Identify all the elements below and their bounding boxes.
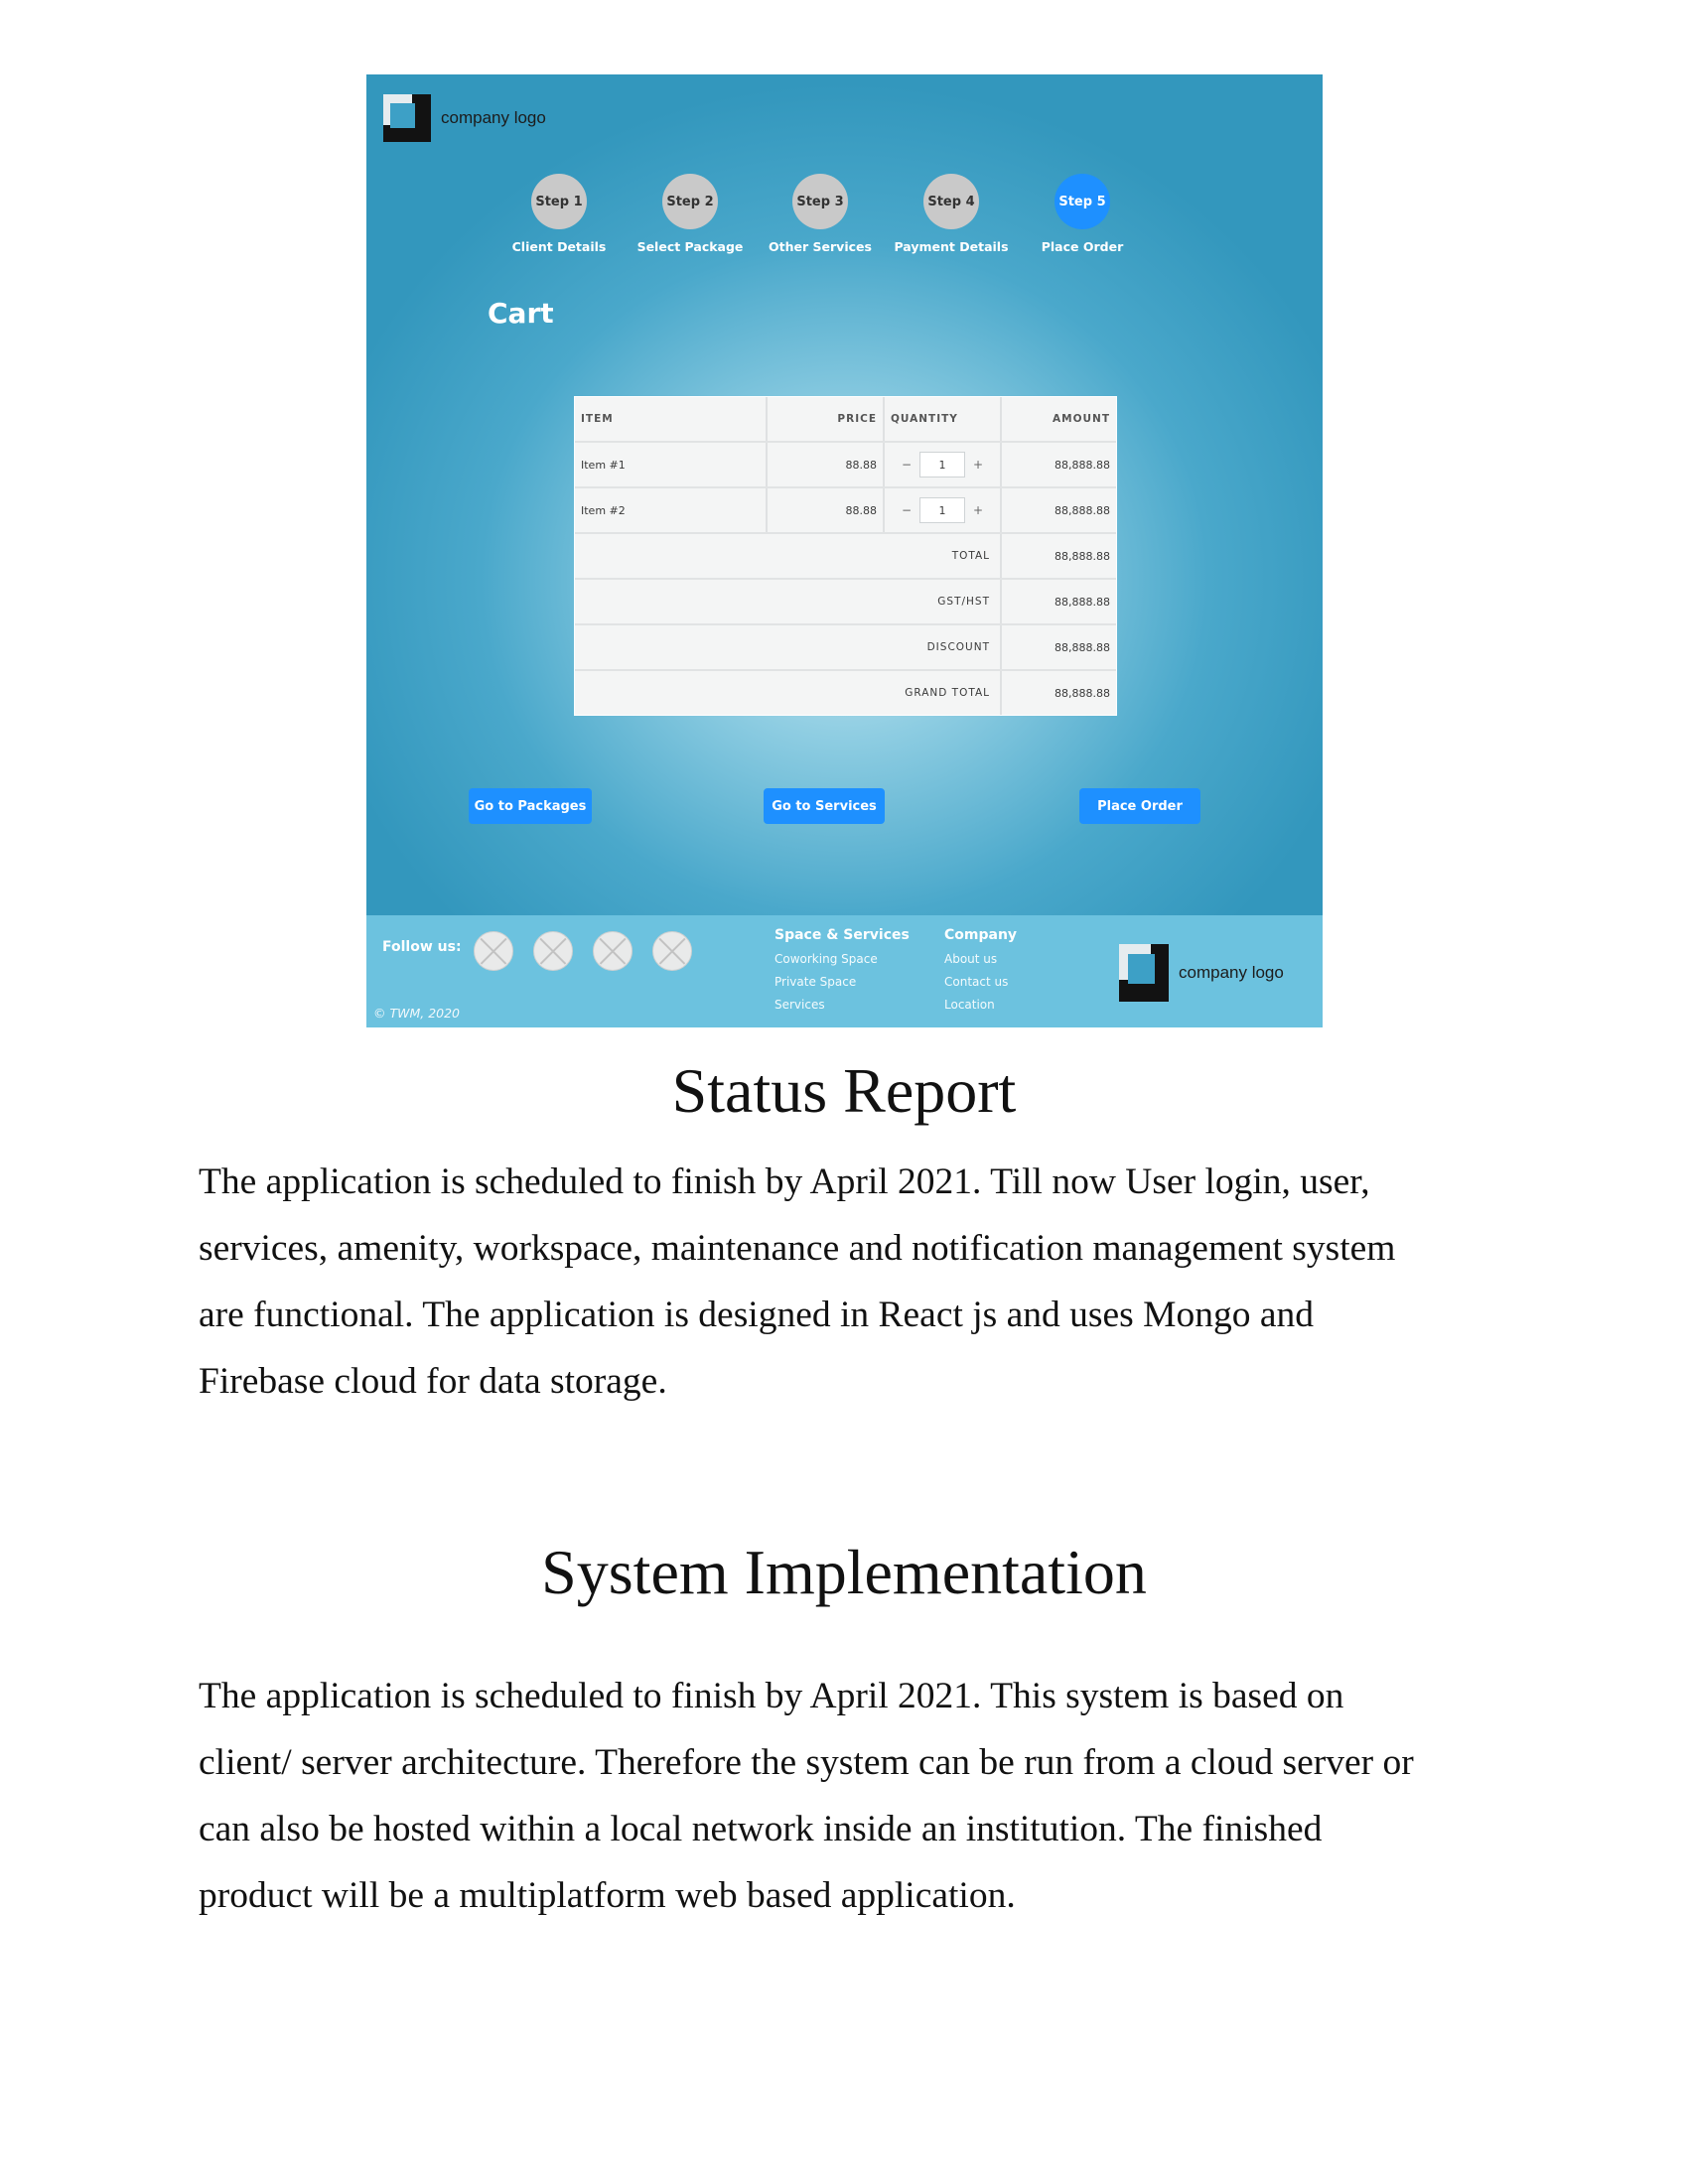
footer-link[interactable]: Services bbox=[774, 998, 910, 1012]
header-item: ITEM bbox=[575, 397, 768, 441]
step-2-label: Select Package bbox=[636, 239, 744, 254]
step-2[interactable]: Step 2 Select Package bbox=[626, 174, 755, 254]
step-2-circle: Step 2 bbox=[662, 174, 718, 229]
grand-total-value: 88,888.88 bbox=[1055, 686, 1110, 700]
table-row: Item #1 88.88 − 1 + 88,888.88 bbox=[575, 443, 1116, 488]
footer-column-services: Space & Services Coworking Space Private… bbox=[774, 927, 910, 1021]
copyright: © TWM, 2020 bbox=[373, 1006, 461, 1021]
footer-link[interactable]: Private Space bbox=[774, 975, 910, 989]
go-to-services-button[interactable]: Go to Services bbox=[764, 788, 885, 824]
footer-link[interactable]: Coworking Space bbox=[774, 952, 910, 966]
text-line: are functional. The application is desig… bbox=[199, 1295, 1314, 1335]
footer-heading: Company bbox=[944, 927, 1018, 943]
social-placeholder-icon[interactable] bbox=[652, 931, 692, 971]
footer-link[interactable]: About us bbox=[944, 952, 1017, 966]
social-placeholder-icon[interactable] bbox=[593, 931, 633, 971]
tax-value: 88,888.88 bbox=[1055, 595, 1110, 609]
step-1-circle: Step 1 bbox=[531, 174, 587, 229]
summary-row-grand-total: GRAND TOTAL 88,888.88 bbox=[575, 671, 1116, 715]
grand-total-label: GRAND TOTAL bbox=[575, 671, 1002, 715]
text-line: The application is scheduled to finish b… bbox=[199, 1161, 1370, 1202]
quantity-stepper: − 1 + bbox=[885, 443, 1002, 486]
step-3[interactable]: Step 3 Other Services bbox=[756, 174, 885, 254]
cart-table: ITEM PRICE QUANTITY AMOUNT Item #1 88.88… bbox=[574, 396, 1117, 716]
status-report-heading: Status Report bbox=[671, 1055, 1017, 1126]
item-price: 88.88 bbox=[768, 488, 885, 532]
summary-row-discount: DISCOUNT 88,888.88 bbox=[575, 625, 1116, 671]
step-progress: Step 1 Client Details Step 2 Select Pack… bbox=[366, 174, 1323, 263]
summary-row-total: TOTAL 88,888.88 bbox=[575, 534, 1116, 580]
total-value: 88,888.88 bbox=[1055, 549, 1110, 563]
text-line: product will be a multiplatform web base… bbox=[199, 1875, 1016, 1916]
quantity-input[interactable]: 1 bbox=[919, 452, 965, 478]
footer-heading: Space & Services bbox=[774, 927, 910, 943]
increment-button[interactable]: + bbox=[973, 503, 983, 517]
social-placeholder-icon[interactable] bbox=[474, 931, 513, 971]
step-1[interactable]: Step 1 Client Details bbox=[494, 174, 624, 254]
discount-value: 88,888.88 bbox=[1055, 640, 1110, 654]
step-1-label: Client Details bbox=[511, 239, 607, 254]
follow-us-label: Follow us: bbox=[382, 939, 462, 955]
discount-label: DISCOUNT bbox=[575, 625, 1002, 669]
step-5[interactable]: Step 5 Place Order bbox=[1018, 174, 1147, 254]
step-4-circle: Step 4 bbox=[923, 174, 979, 229]
item-name: Item #1 bbox=[575, 443, 768, 486]
item-name: Item #2 bbox=[575, 488, 768, 532]
system-implementation-paragraph: The application is scheduled to finish b… bbox=[199, 1663, 1489, 1929]
step-3-label: Other Services bbox=[769, 239, 872, 254]
cart-mockup-screenshot: company logo Step 1 Client Details Step … bbox=[366, 74, 1323, 1027]
system-implementation-heading: System Implementation bbox=[541, 1537, 1147, 1607]
total-label: TOTAL bbox=[575, 534, 1002, 578]
company-logo-icon bbox=[1119, 944, 1169, 1002]
footer-column-company: Company About us Contact us Location bbox=[944, 927, 1017, 1021]
step-4-label: Payment Details bbox=[894, 239, 1009, 254]
summary-row-tax: GST/HST 88,888.88 bbox=[575, 580, 1116, 625]
step-5-label: Place Order bbox=[1041, 239, 1124, 254]
cart-title: Cart bbox=[488, 297, 554, 330]
table-header-row: ITEM PRICE QUANTITY AMOUNT bbox=[575, 397, 1116, 443]
quantity-stepper: − 1 + bbox=[885, 488, 1002, 532]
header-price: PRICE bbox=[768, 397, 885, 441]
item-amount: 88,888.88 bbox=[1055, 458, 1110, 472]
footer-link[interactable]: Contact us bbox=[944, 975, 1017, 989]
header-amount: AMOUNT bbox=[1053, 413, 1110, 425]
place-order-button[interactable]: Place Order bbox=[1079, 788, 1200, 824]
text-line: Firebase cloud for data storage. bbox=[199, 1361, 667, 1402]
tax-label: GST/HST bbox=[575, 580, 1002, 623]
logo-text: company logo bbox=[441, 108, 546, 127]
status-report-paragraph: The application is scheduled to finish b… bbox=[199, 1149, 1489, 1415]
text-line: can also be hosted within a local networ… bbox=[199, 1809, 1323, 1849]
go-to-packages-button[interactable]: Go to Packages bbox=[469, 788, 592, 824]
decrement-button[interactable]: − bbox=[902, 458, 912, 472]
table-row: Item #2 88.88 − 1 + 88,888.88 bbox=[575, 488, 1116, 534]
social-placeholder-icon[interactable] bbox=[533, 931, 573, 971]
header-logo[interactable]: company logo bbox=[383, 94, 546, 142]
text-line: services, amenity, workspace, maintenanc… bbox=[199, 1228, 1396, 1269]
step-4[interactable]: Step 4 Payment Details bbox=[887, 174, 1016, 254]
company-logo-icon bbox=[383, 94, 431, 142]
increment-button[interactable]: + bbox=[973, 458, 983, 472]
text-line: The application is scheduled to finish b… bbox=[199, 1676, 1344, 1716]
header-quantity: QUANTITY bbox=[885, 397, 1002, 441]
footer-logo[interactable]: company logo bbox=[1119, 944, 1284, 1002]
item-price: 88.88 bbox=[768, 443, 885, 486]
step-5-circle: Step 5 bbox=[1055, 174, 1110, 229]
footer-link[interactable]: Location bbox=[944, 998, 1017, 1012]
text-line: client/ server architecture. Therefore t… bbox=[199, 1742, 1414, 1783]
quantity-input[interactable]: 1 bbox=[919, 497, 965, 523]
decrement-button[interactable]: − bbox=[902, 503, 912, 517]
step-3-circle: Step 3 bbox=[792, 174, 848, 229]
logo-text: company logo bbox=[1179, 963, 1284, 982]
item-amount: 88,888.88 bbox=[1055, 503, 1110, 517]
